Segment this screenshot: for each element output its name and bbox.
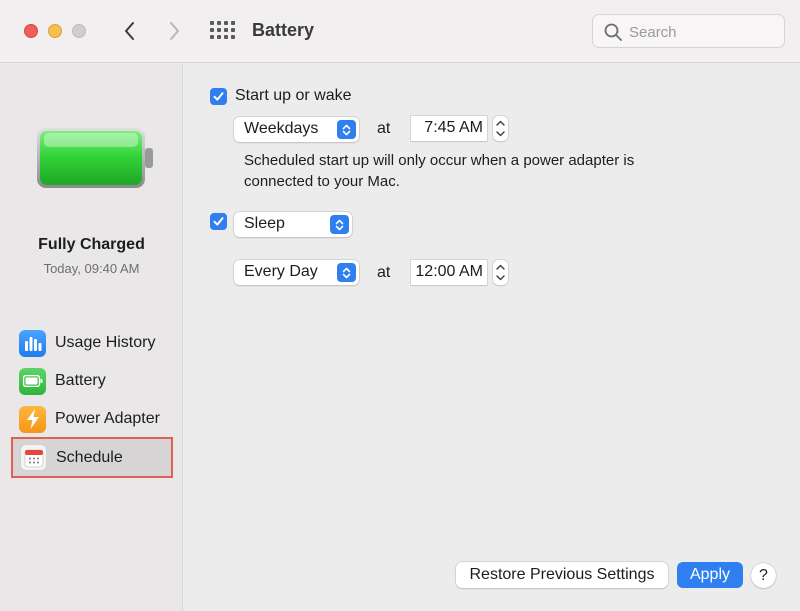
- startup-repeat-popup[interactable]: Weekdays: [234, 117, 359, 142]
- sleep-checkbox[interactable]: [210, 213, 227, 230]
- startup-time-value: 7:45 AM: [424, 119, 483, 136]
- startup-time-stepper[interactable]: [493, 116, 508, 141]
- window-title: Battery: [252, 20, 315, 40]
- sidebar-item-schedule[interactable]: Schedule: [11, 437, 173, 478]
- startup-time-field[interactable]: 7:45 AM: [411, 116, 487, 141]
- battery-icon: [19, 367, 46, 395]
- startup-power-note: Scheduled start up will only occur when …: [244, 152, 635, 190]
- usage-history-icon: [19, 329, 46, 357]
- minimize-window-button[interactable]: [48, 24, 62, 38]
- startup-at-label: at: [377, 120, 391, 137]
- sidebar-item-usage-history[interactable]: Usage History: [12, 324, 172, 362]
- sidebar: Fully Charged Today, 09:40 AM Usage Hist…: [0, 64, 183, 611]
- battery-status: Fully Charged: [38, 236, 145, 253]
- startup-label: Start up or wake: [235, 87, 352, 104]
- chevron-right-icon: [170, 22, 179, 40]
- chevron-up-down-icon: [337, 120, 356, 139]
- chevron-up-down-icon: [330, 215, 349, 234]
- sleep-time-value: 12:00 AM: [415, 263, 483, 280]
- sidebar-item-label: Schedule: [56, 448, 123, 466]
- sidebar-item-label: Battery: [55, 372, 106, 389]
- restore-previous-settings-button[interactable]: Restore Previous Settings: [456, 562, 668, 588]
- close-window-button[interactable]: [24, 24, 38, 38]
- sleep-action-popup[interactable]: Sleep: [234, 212, 352, 237]
- sidebar-item-battery[interactable]: Battery: [12, 362, 172, 400]
- checkmark-icon: [213, 217, 224, 226]
- sleep-repeat-value: Every Day: [244, 263, 318, 280]
- checkmark-icon: [213, 92, 224, 101]
- sleep-time-field[interactable]: 12:00 AM: [411, 260, 487, 285]
- sidebar-item-label: Usage History: [55, 334, 156, 351]
- sidebar-item-label: Power Adapter: [55, 410, 160, 427]
- stepper-arrows-icon: [496, 264, 505, 281]
- sleep-action-value: Sleep: [244, 215, 285, 232]
- schedule-icon: [20, 444, 47, 471]
- startup-checkbox[interactable]: [210, 88, 227, 105]
- show-all-button[interactable]: [210, 21, 235, 41]
- search-icon: [604, 23, 622, 41]
- apply-button[interactable]: Apply: [677, 562, 743, 588]
- search-input[interactable]: [629, 21, 777, 43]
- battery-level-icon: [37, 128, 153, 188]
- stepper-arrows-icon: [496, 120, 505, 137]
- battery-preferences-window: Battery Search Fully Charged Today, 09:4…: [0, 0, 800, 611]
- title-bar: Battery: [0, 0, 800, 63]
- grid-icon: [210, 21, 214, 25]
- power-adapter-icon: [19, 405, 46, 433]
- startup-repeat-value: Weekdays: [244, 120, 319, 137]
- sleep-at-label: at: [377, 264, 391, 281]
- search-field[interactable]: [592, 14, 785, 48]
- sidebar-item-power-adapter[interactable]: Power Adapter: [12, 400, 172, 438]
- chevron-up-down-icon: [337, 263, 356, 282]
- zoom-window-button[interactable]: [72, 24, 86, 38]
- forward-button[interactable]: [162, 18, 186, 44]
- sleep-time-stepper[interactable]: [493, 260, 508, 285]
- chevron-left-icon: [125, 22, 134, 40]
- help-button[interactable]: ?: [751, 563, 776, 588]
- sleep-repeat-popup[interactable]: Every Day: [234, 260, 359, 285]
- back-button[interactable]: [118, 18, 142, 44]
- battery-status-time: Today, 09:40 AM: [43, 261, 140, 276]
